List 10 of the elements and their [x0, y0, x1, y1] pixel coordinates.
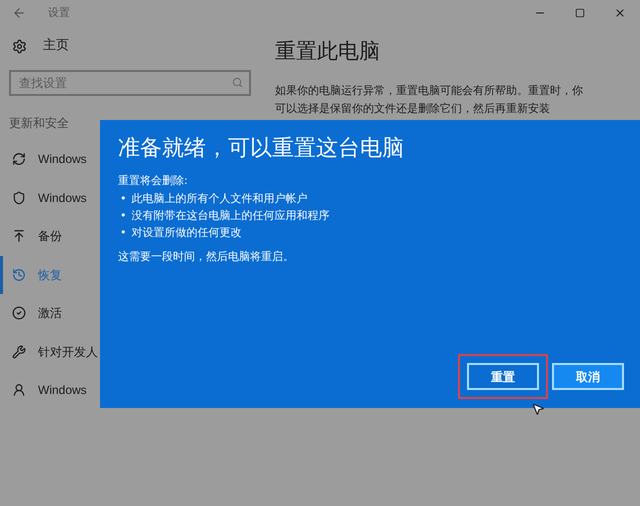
- window-title: 设置: [48, 4, 70, 21]
- section-title: 更新和安全: [8, 115, 70, 132]
- bullet-item: • 没有附带在这台电脑上的任何应用和程序: [119, 208, 330, 224]
- bullet-item: • 此电脑上的所有个人文件和用户帐户: [119, 190, 308, 206]
- page-heading: 重置此电脑: [275, 38, 381, 65]
- dialog-intro: 重置将会删除:: [118, 173, 189, 189]
- description: 如果你的电脑运行异常，重置电脑可能会有所帮助。重置时，你 可以选择是保留你的文件还是删除它们，然后再重新安装: [275, 82, 584, 116]
- bullet-item: • 对设置所做的任何更改: [119, 224, 242, 240]
- dialog-note: 这需要一段时间，然后电脑将重启。: [118, 248, 295, 264]
- dialog-title: 准备就绪，可以重置这台电脑: [118, 135, 405, 163]
